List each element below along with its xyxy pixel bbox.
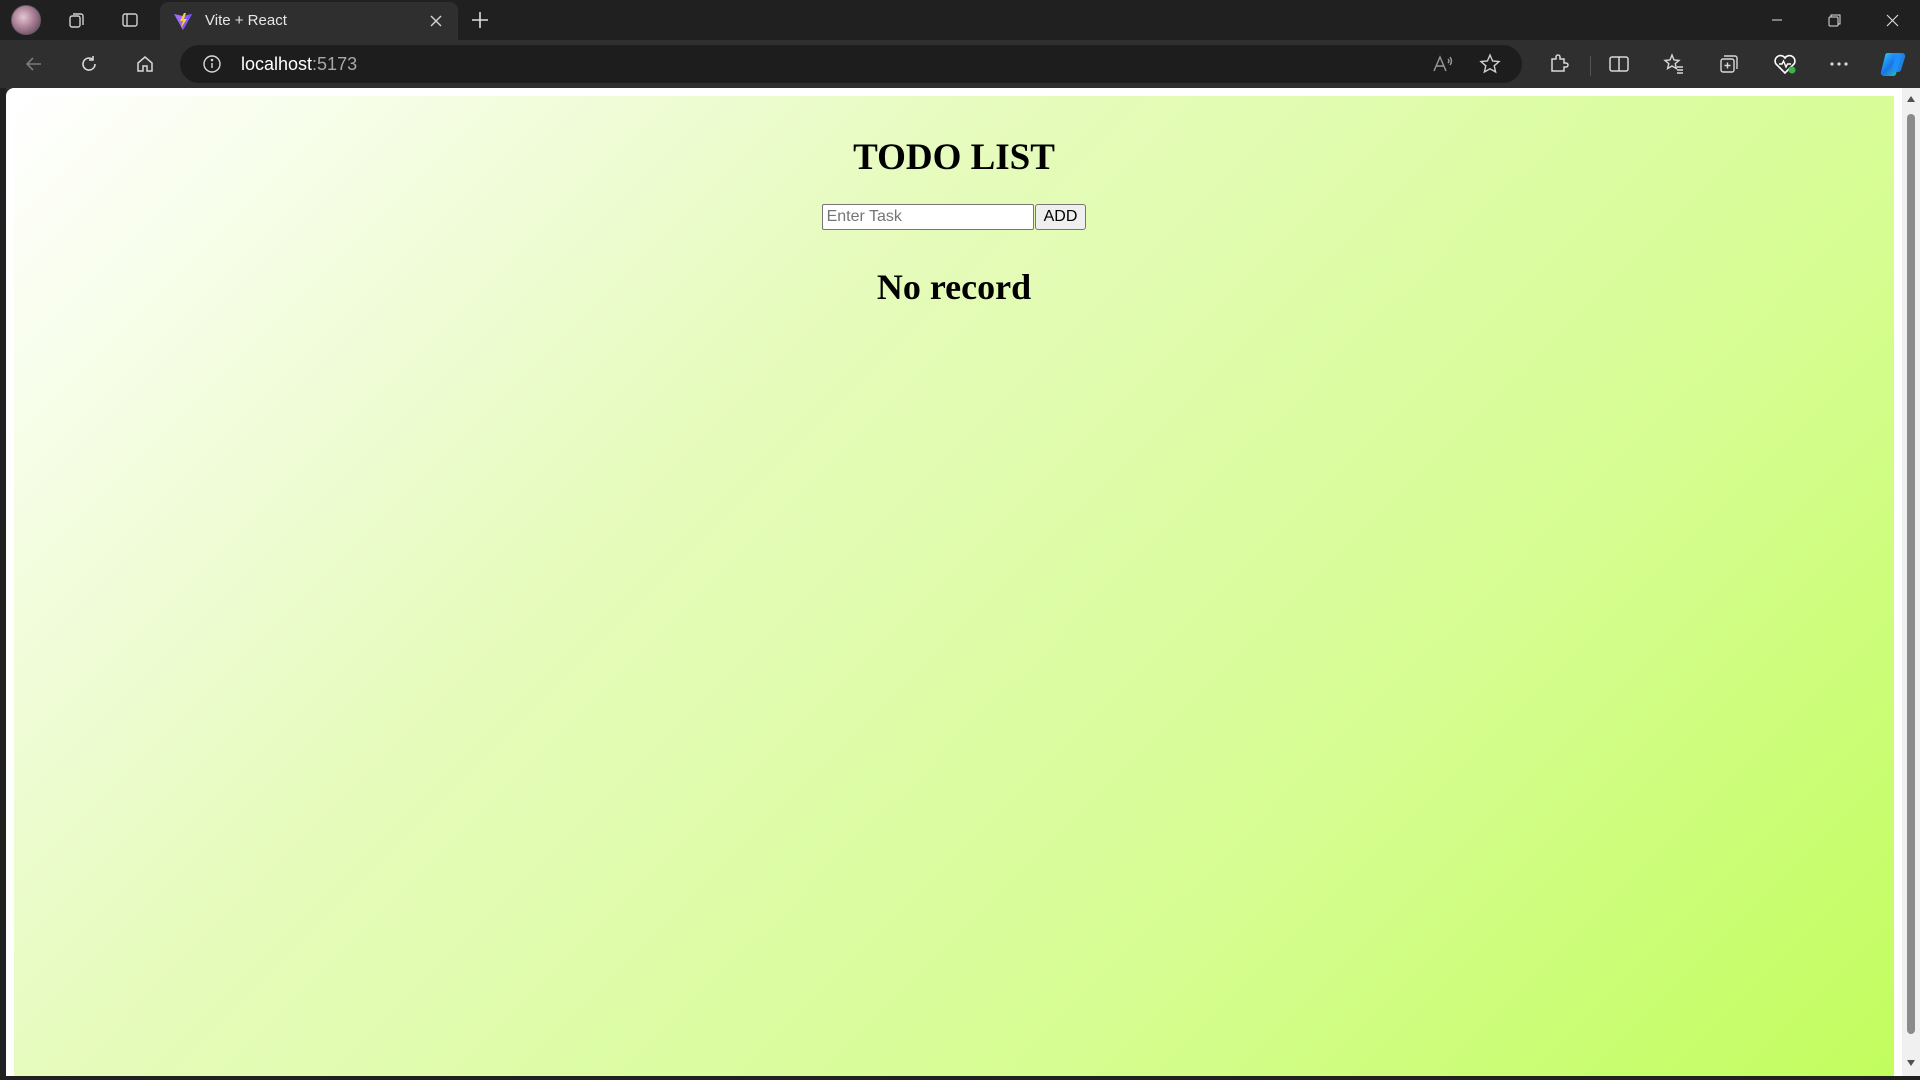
toolbar-separator (1590, 56, 1591, 76)
tab-title: Vite + React (205, 12, 287, 29)
restore-icon[interactable] (1806, 0, 1862, 40)
more-options-icon[interactable] (1821, 46, 1857, 82)
tab-active[interactable]: Vite + React (160, 2, 458, 40)
add-button[interactable]: ADD (1034, 204, 1087, 230)
copilot-icon[interactable] (1875, 46, 1911, 82)
url-port: :5173 (312, 54, 358, 74)
scrollbar-thumb[interactable] (1907, 114, 1915, 1034)
profile-avatar[interactable] (11, 5, 41, 35)
task-form: ADD (14, 204, 1894, 230)
split-screen-icon[interactable] (1601, 46, 1637, 82)
favorites-icon[interactable] (1656, 46, 1692, 82)
collections-icon[interactable] (1711, 46, 1747, 82)
minimize-icon[interactable] (1749, 0, 1805, 40)
url-text: localhost:5173 (241, 54, 357, 75)
tab-strip: Vite + React (0, 0, 1920, 40)
content-viewport: TODO LIST ADD No record (6, 88, 1920, 1076)
back-icon[interactable] (16, 46, 52, 82)
new-tab-icon[interactable] (464, 4, 496, 36)
read-aloud-icon[interactable] (1432, 54, 1454, 79)
extensions-icon[interactable] (1540, 46, 1576, 82)
scroll-up-arrow-icon[interactable] (1906, 94, 1916, 104)
close-window-icon[interactable] (1864, 0, 1920, 40)
empty-state-message: No record (876, 267, 1032, 307)
favorite-star-icon[interactable] (1479, 53, 1501, 80)
browser-essentials-icon[interactable] (1767, 46, 1803, 82)
app-container: TODO LIST ADD No record (14, 96, 1894, 1076)
task-input[interactable] (821, 204, 1034, 230)
vertical-scrollbar[interactable] (1902, 88, 1920, 1076)
tab-actions-icon[interactable] (112, 4, 148, 36)
browser-toolbar: localhost:5173 (0, 40, 1920, 88)
web-page: TODO LIST ADD No record (6, 88, 1902, 1076)
workspaces-icon[interactable] (59, 4, 95, 36)
app-title: TODO LIST (853, 137, 1055, 178)
url-host: localhost (241, 54, 313, 74)
site-info-icon[interactable] (202, 54, 222, 79)
close-tab-icon[interactable] (424, 9, 448, 33)
home-icon[interactable] (127, 46, 163, 82)
scroll-down-arrow-icon[interactable] (1906, 1058, 1916, 1068)
address-bar[interactable]: localhost:5173 (180, 45, 1522, 83)
vite-logo-icon (173, 11, 193, 36)
refresh-icon[interactable] (71, 46, 107, 82)
